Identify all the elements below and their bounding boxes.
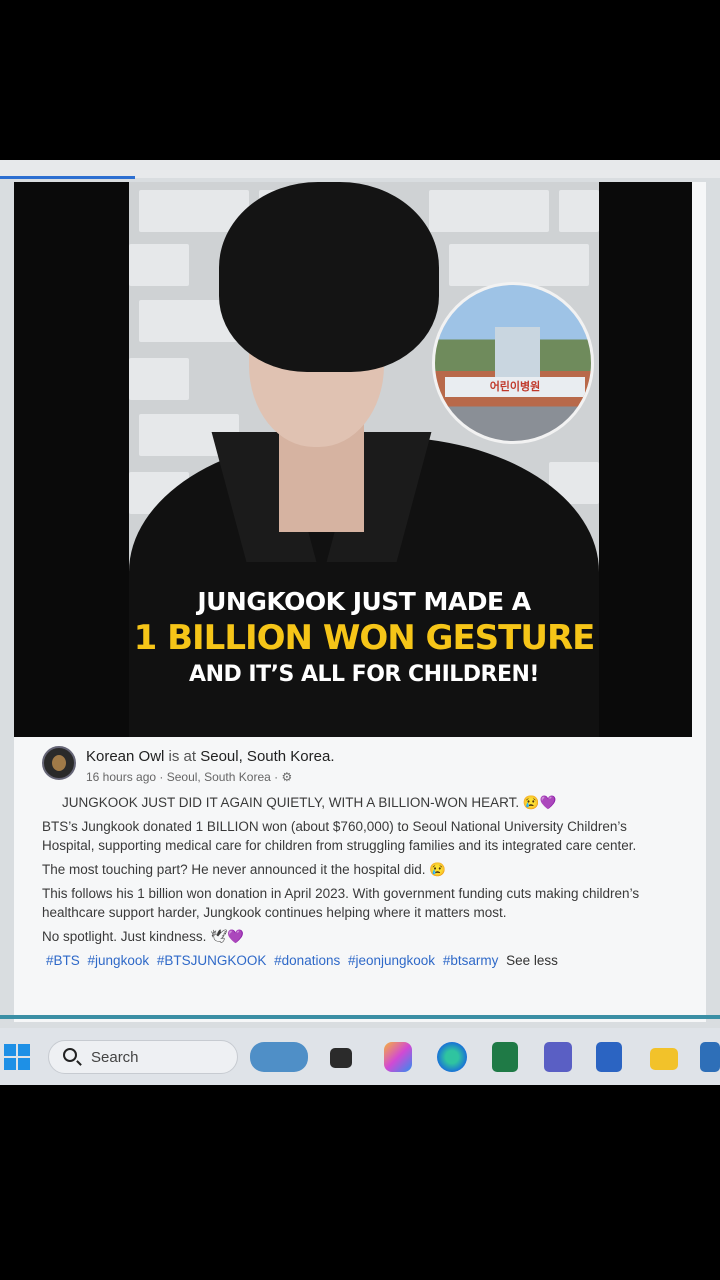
post-image[interactable]: 어린이병원 JUNGKOOK JUST MADE A 1 BILLION WON… [14,182,692,737]
privacy-gear-icon[interactable]: ⚙ [281,770,292,784]
copilot-icon[interactable] [384,1042,412,1072]
headline-line-1: JUNGKOOK JUST MADE A [197,587,531,616]
post-paragraph-2: The most touching part? He never announc… [42,862,447,877]
hospital-photo: 어린이병원 [432,282,594,444]
monitor-screen: 어린이병원 JUNGKOOK JUST MADE A 1 BILLION WON… [0,160,720,1085]
avatar[interactable] [42,746,76,780]
taskbar-search-box[interactable]: Search [48,1040,238,1074]
post-content: Korean Owl is at Seoul, South Korea. 16 … [26,743,686,968]
hashtag-link[interactable]: #donations [274,953,340,968]
windows-start-icon[interactable] [4,1044,30,1070]
location-link[interactable]: Seoul, South Korea. [200,748,334,765]
hashtag-link[interactable]: #BTS [46,953,80,968]
powerpoint-icon[interactable] [700,1042,720,1072]
hashtag-link[interactable]: #jeonjungkook [348,953,435,968]
post-lead: JUNGKOOK JUST DID IT AGAIN QUIETLY, WITH… [62,795,557,810]
file-explorer-icon[interactable] [650,1048,678,1070]
post-header: Korean Owl is at Seoul, South Korea. 16 … [26,743,686,787]
person-hair [219,182,439,372]
hashtag-link[interactable]: #BTSJUNGKOOK [157,953,267,968]
active-tab-indicator [0,176,135,179]
is-at-label: is at [168,748,197,765]
author-name[interactable]: Korean Owl [86,748,164,765]
post-paragraph-3: This follows his 1 billion won donation … [42,886,640,920]
headline-line-3: AND IT’S ALL FOR CHILDREN! [189,662,539,687]
headline-line-2: 1 BILLION WON GESTURE [133,618,596,658]
see-less-link[interactable]: See less [506,953,558,968]
image-headline: JUNGKOOK JUST MADE A 1 BILLION WON GESTU… [129,587,599,687]
post-paragraph-4: No spotlight. Just kindness. 🕊💜 [42,929,245,944]
search-label: Search [91,1049,139,1066]
window-bottom-edge [0,1015,720,1019]
author-line: Korean Owl is at Seoul, South Korea. [86,748,335,765]
hashtag-link[interactable]: #btsarmy [443,953,499,968]
edge-icon[interactable] [437,1042,467,1072]
task-view-icon[interactable] [330,1048,352,1068]
word-icon[interactable] [596,1042,622,1072]
hospital-sign: 어린이병원 [445,377,585,397]
widgets-icon[interactable] [250,1042,308,1072]
hashtag-row: #BTS #jungkook #BTSJUNGKOOK #donations #… [46,953,686,968]
excel-icon[interactable] [492,1042,518,1072]
search-icon [63,1048,77,1062]
post-paragraph-1: BTS’s Jungkook donated 1 BILLION won (ab… [42,819,637,853]
taskbar: Search [0,1028,720,1085]
hashtag-link[interactable]: #jungkook [88,953,150,968]
teams-icon[interactable] [544,1042,572,1072]
timestamp[interactable]: 16 hours ago · Seoul, South Korea · [86,770,278,784]
post-meta: 16 hours ago · Seoul, South Korea · ⚙ [86,770,292,784]
